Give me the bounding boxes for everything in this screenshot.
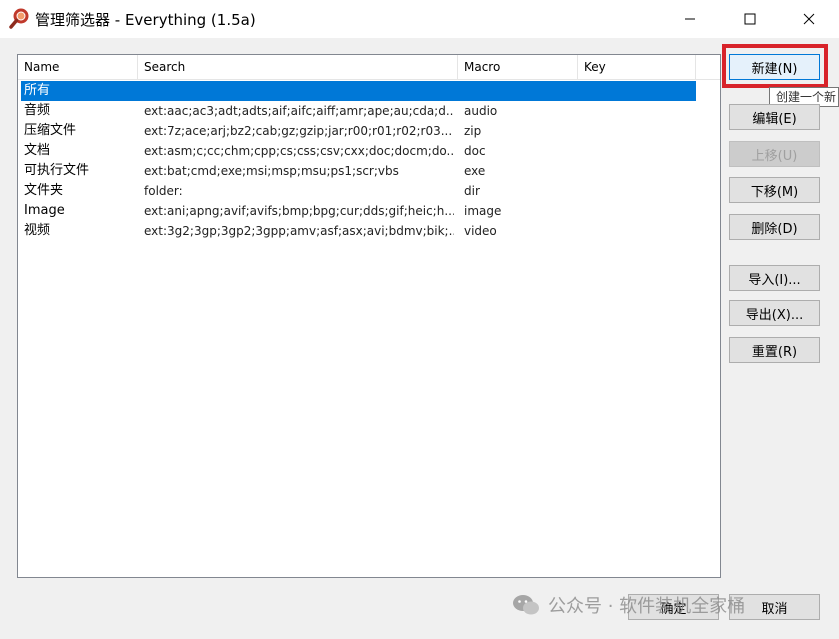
title-bar: 管理筛选器 - Everything (1.5a) — [0, 0, 839, 38]
export-button[interactable]: 导出(X)... — [729, 300, 820, 326]
highlight-box — [722, 44, 828, 88]
list-row[interactable]: 压缩文件 ext:7z;ace;arj;bz2;cab;gz;gzip;jar;… — [18, 121, 720, 141]
list-row[interactable]: 音频 ext:aac;ac3;adt;adts;aif;aifc;aiff;am… — [18, 101, 720, 121]
row-name: 所有 — [24, 83, 51, 98]
minimize-button[interactable] — [660, 0, 720, 38]
row-macro: audio — [464, 104, 498, 118]
row-macro: dir — [464, 184, 480, 198]
wechat-icon — [513, 595, 539, 615]
row-macro: exe — [464, 164, 486, 178]
row-search: folder: — [144, 184, 183, 198]
row-search: ext:7z;ace;arj;bz2;cab;gz;gzip;jar;r00;r… — [144, 124, 453, 138]
row-search: ext:asm;c;cc;chm;cpp;cs;css;csv;cxx;doc;… — [144, 144, 454, 158]
row-name: 文件夹 — [24, 183, 64, 198]
move-up-button[interactable]: 上移(U) — [729, 141, 820, 167]
row-macro: doc — [464, 144, 486, 158]
watermark-text: 公众号 · 软件装机全家桶 — [548, 596, 746, 617]
maximize-icon — [744, 13, 756, 25]
import-button[interactable]: 导入(I)... — [729, 265, 820, 291]
row-name: 音频 — [24, 103, 51, 118]
list-row[interactable]: 文档 ext:asm;c;cc;chm;cpp;cs;css;csv;cxx;d… — [18, 141, 720, 161]
move-down-button[interactable]: 下移(M) — [729, 177, 820, 203]
magnifier-icon — [9, 8, 29, 29]
column-header-key[interactable]: Key — [578, 55, 696, 80]
reset-button[interactable]: 重置(R) — [729, 337, 820, 363]
row-search: ext:3g2;3gp;3gp2;3gpp;amv;asf;asx;avi;bd… — [144, 224, 454, 238]
row-macro — [467, 81, 577, 101]
delete-button[interactable]: 删除(D) — [729, 214, 820, 240]
row-macro: video — [464, 224, 497, 238]
row-search: ext:aac;ac3;adt;adts;aif;aifc;aiff;amr;a… — [144, 104, 454, 118]
maximize-button[interactable] — [720, 0, 780, 38]
list-row[interactable]: 所有 — [21, 81, 696, 101]
column-header-search[interactable]: Search — [138, 55, 458, 80]
watermark: 公众号 · 软件装机全家桶 — [512, 590, 745, 620]
list-row[interactable]: 视频 ext:3g2;3gp;3gp2;3gpp;amv;asf;asx;avi… — [18, 221, 720, 241]
close-icon — [803, 13, 815, 25]
close-button[interactable] — [779, 0, 839, 38]
column-header-macro[interactable]: Macro — [458, 55, 578, 80]
row-macro: zip — [464, 124, 482, 138]
edit-button[interactable]: 编辑(E) — [729, 104, 820, 130]
column-header-name[interactable]: Name — [18, 55, 138, 80]
row-name: Image — [24, 203, 65, 218]
list-row[interactable]: 可执行文件 ext:bat;cmd;exe;msi;msp;msu;ps1;sc… — [18, 161, 720, 181]
list-row[interactable]: 文件夹 folder: dir — [18, 181, 720, 201]
row-search: ext:bat;cmd;exe;msi;msp;msu;ps1;scr;vbs — [144, 164, 399, 178]
row-name: 压缩文件 — [24, 123, 77, 138]
row-search — [147, 81, 457, 101]
row-macro: image — [464, 204, 502, 218]
row-name: 可执行文件 — [24, 163, 90, 178]
list-row[interactable]: Image ext:ani;apng;avif;avifs;bmp;bpg;cu… — [18, 201, 720, 221]
row-name: 视频 — [24, 223, 51, 238]
minimize-icon — [685, 18, 695, 20]
row-search: ext:ani;apng;avif;avifs;bmp;bpg;cur;dds;… — [144, 204, 454, 218]
window-title: 管理筛选器 - Everything (1.5a) — [35, 11, 256, 29]
list-header: Name Search Macro Key — [18, 55, 720, 80]
list-rows: 所有 音频 ext:aac;ac3;adt;adts;aif;aifc;aiff… — [18, 81, 720, 241]
row-name: 文档 — [24, 143, 51, 158]
filters-list[interactable]: Name Search Macro Key 所有 音频 ext:aac;ac3;… — [17, 54, 721, 578]
